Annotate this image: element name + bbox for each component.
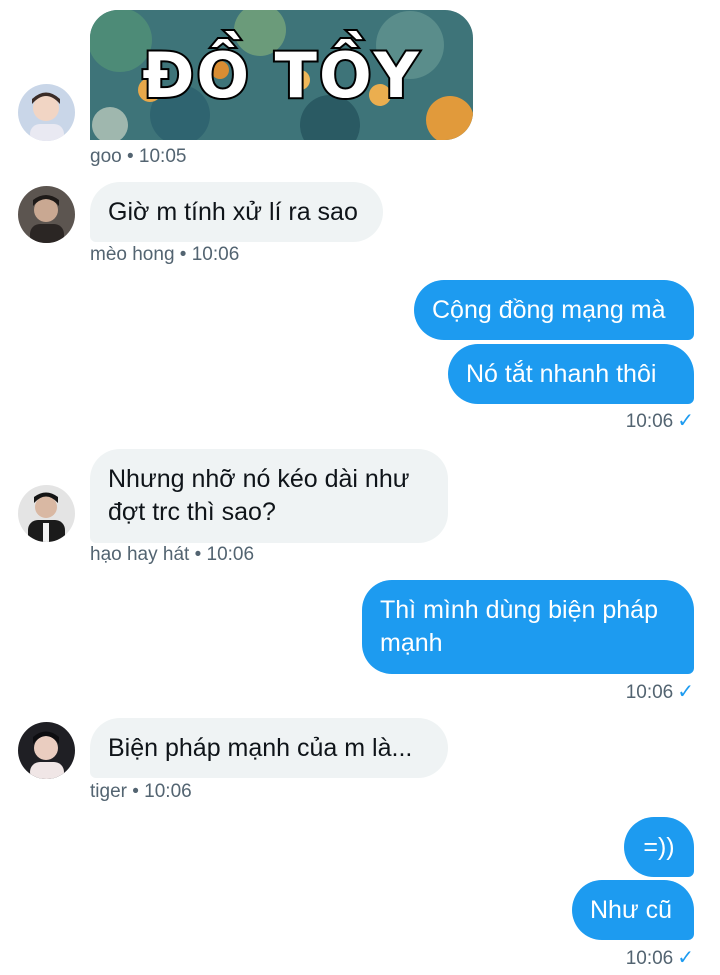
message-time: 10:06: [625, 948, 674, 969]
message-meta: goo • 10:05: [90, 146, 187, 167]
user-avatar-icon: [18, 186, 75, 243]
avatar-meo-hong[interactable]: [18, 186, 75, 243]
outgoing-message-bubble[interactable]: Nó tắt nhanh thôi: [448, 344, 694, 404]
outgoing-message-bubble[interactable]: Thì mình dùng biện pháp mạnh: [362, 580, 694, 674]
message-status: 10:06 ✓: [626, 679, 694, 704]
message-time: 10:06: [625, 411, 674, 432]
user-avatar-icon: [18, 722, 75, 779]
message-status: 10:06 ✓: [626, 945, 694, 970]
message-text: Như cũ: [590, 896, 673, 924]
message-text-line: mạnh: [380, 629, 443, 657]
message-text: Nó tắt nhanh thôi: [466, 360, 657, 388]
message-meta: mèo hong • 10:06: [90, 244, 240, 265]
message-status: 10:06 ✓: [626, 408, 694, 433]
user-avatar-icon: [18, 485, 75, 542]
user-avatar-icon: [18, 84, 75, 141]
outgoing-message-bubble[interactable]: Như cũ: [572, 880, 694, 940]
message-meta: hạo hay hát • 10:06: [90, 544, 255, 565]
avatar-hao-hay-hat[interactable]: [18, 485, 75, 542]
check-icon: ✓: [677, 681, 694, 703]
message-text-line: đợt trc thì sao?: [108, 498, 276, 526]
avatar-tiger[interactable]: [18, 722, 75, 779]
outgoing-message-bubble[interactable]: =)): [624, 817, 694, 877]
sticker-text: ĐỒ TỒY: [140, 37, 421, 114]
message-text: Giờ m tính xử lí ra sao: [108, 198, 358, 226]
outgoing-message-bubble[interactable]: Cộng đồng mạng mà: [414, 280, 694, 340]
message-text: =)): [643, 833, 675, 861]
message-text-line: Thì mình dùng biện pháp: [380, 596, 658, 624]
message-text: Cộng đồng mạng mà: [432, 296, 666, 324]
avatar-goo[interactable]: [18, 84, 75, 141]
sticker-message[interactable]: ĐỒ TỒY: [90, 10, 473, 140]
incoming-message-bubble[interactable]: Biện pháp mạnh của m là...: [90, 718, 448, 778]
incoming-message-bubble[interactable]: Giờ m tính xử lí ra sao: [90, 182, 383, 242]
message-meta: tiger • 10:06: [90, 781, 192, 802]
message-text-line: Nhưng nhỡ nó kéo dài như: [108, 465, 410, 493]
incoming-message-bubble[interactable]: Nhưng nhỡ nó kéo dài như đợt trc thì sao…: [90, 449, 448, 543]
check-icon: ✓: [677, 410, 694, 432]
check-icon: ✓: [677, 947, 694, 969]
message-time: 10:06: [625, 682, 674, 703]
message-text: Biện pháp mạnh của m là...: [108, 734, 413, 762]
